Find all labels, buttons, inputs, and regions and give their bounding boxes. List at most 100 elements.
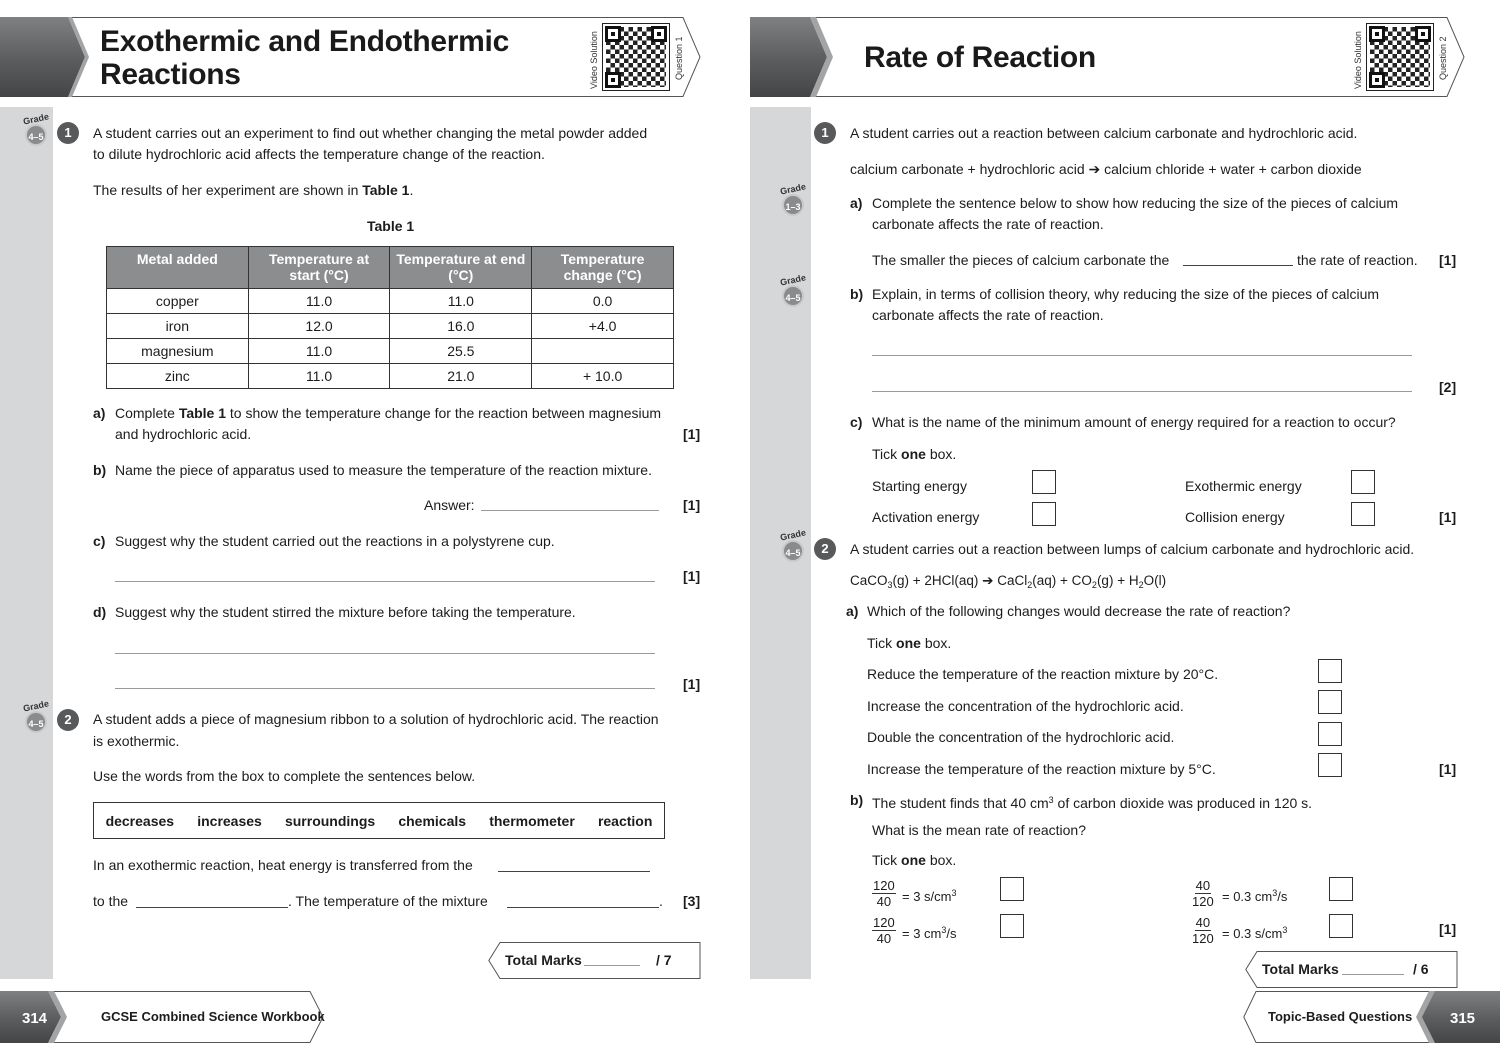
word-equation: calcium carbonate + hydrochloric acid ➔ … [850, 161, 1362, 177]
results-table-ref: Table 1 [362, 182, 410, 198]
eq-part: (g) + H [1096, 573, 1139, 588]
fill-blank[interactable] [507, 907, 659, 908]
word-option: reaction [597, 812, 653, 829]
total-marks-line[interactable] [1342, 974, 1404, 975]
part-b-mark: [1] [1439, 921, 1457, 937]
numerator: 120 [872, 878, 896, 894]
part-a-mark: [1] [683, 426, 701, 442]
grade-badge: Grade 1–3 [778, 181, 808, 218]
table-cell: 11.0 [247, 288, 391, 314]
fraction: 40 120 [1192, 915, 1214, 946]
option-label: Increase the concentration of the hydroc… [867, 698, 1184, 714]
chemical-equation: CaCO3(g) + 2HCl(aq) ➔ CaCl2(aq) + CO2(g)… [850, 570, 1166, 596]
part-b-text: The student finds that 40 cm3 of carbon … [872, 790, 1312, 814]
result-tail: /s [946, 926, 957, 941]
fill-blank[interactable] [136, 907, 288, 908]
table-cell: iron [106, 313, 249, 339]
eq-part: CaCO [850, 573, 888, 588]
grade-range: 1–3 [782, 194, 804, 216]
grade-badge: Grade 4–5 [778, 527, 808, 564]
part-a-text-post: to show the temperature change for the r… [226, 405, 662, 421]
tick-box-reduce-temperature[interactable] [1318, 659, 1342, 683]
word-option: increases [197, 812, 262, 829]
part-a-label: a) [850, 195, 863, 211]
table-cell: +4.0 [531, 313, 674, 339]
q2-instruction: Use the words from the box to complete t… [93, 768, 476, 784]
part-a-text: Complete Table 1 to show the temperature… [115, 403, 661, 424]
part-b-label: b) [93, 462, 107, 478]
total-marks-line[interactable] [584, 965, 640, 966]
q2-sentence-1: In an exothermic reaction, heat energy i… [93, 857, 473, 873]
qr-code[interactable] [602, 23, 670, 91]
tick-box-activation-energy[interactable] [1032, 502, 1056, 526]
part-a-line-1: Complete the sentence below to show how … [872, 195, 1399, 211]
table-cell: 0.0 [531, 288, 674, 314]
answer-line[interactable] [115, 653, 655, 654]
fill-blank[interactable] [1183, 265, 1293, 266]
table-cell: 11.0 [247, 363, 391, 389]
table-row: magnesium 11.0 25.5 [106, 338, 674, 364]
answer-line[interactable] [115, 581, 655, 582]
option-label: Collision energy [1185, 509, 1285, 525]
part-b-text-pre: The student finds that 40 cm [872, 795, 1049, 811]
tick-box-option-3[interactable] [1000, 914, 1024, 938]
answer-line[interactable] [872, 355, 1412, 356]
part-a-text-pre: Complete [115, 405, 179, 421]
fill-blank[interactable] [498, 871, 650, 872]
part-b-line-2: carbonate affects the rate of reaction. [872, 307, 1104, 323]
table-cell-answer[interactable] [531, 338, 674, 364]
left-header-banner: Exothermic and Endothermic Reactions Vid… [0, 17, 702, 97]
tick-box-option-1[interactable] [1000, 877, 1024, 901]
table-caption: Table 1 [367, 218, 415, 234]
part-b-text-post: of carbon dioxide was produced in 120 s. [1053, 795, 1313, 811]
q1-intro-line-2: to dilute hydrochloric acid affects the … [93, 146, 545, 162]
option-label: Activation energy [872, 509, 980, 525]
grade-range: 4–5 [25, 124, 47, 146]
part-a-label: a) [93, 405, 106, 421]
answer-line[interactable] [115, 688, 655, 689]
tick-text-post: box. [925, 852, 957, 868]
tick-box-option-2[interactable] [1329, 877, 1353, 901]
part-b-line-1: Explain, in terms of collision theory, w… [872, 286, 1380, 302]
numerator: 40 [1194, 915, 1212, 931]
part-a-table-ref: Table 1 [178, 405, 227, 421]
denominator: 120 [1192, 931, 1214, 946]
part-c-text: Suggest why the student carried out the … [115, 533, 555, 549]
grade-badge: Grade 4–5 [21, 111, 51, 148]
option-result: = 3 s/cm3 [902, 883, 957, 907]
part-a-line-2: and hydrochloric acid. [115, 426, 252, 442]
answer-line[interactable] [481, 510, 659, 511]
tick-box-option-4[interactable] [1329, 914, 1353, 938]
question-label: Question 2 [1438, 36, 1448, 80]
tick-box-collision-energy[interactable] [1351, 502, 1375, 526]
page-number: 315 [1450, 1010, 1476, 1027]
result-text: = 3 s/cm [902, 889, 952, 904]
part-d-label: d) [93, 604, 107, 620]
table-row: zinc 11.0 21.0 + 10.0 [106, 363, 674, 389]
part-c-label: c) [850, 414, 863, 430]
tick-box-increase-temperature[interactable] [1318, 753, 1342, 777]
tick-box-double-concentration[interactable] [1318, 722, 1342, 746]
part-a-label: a) [846, 603, 859, 619]
question-number-2: 2 [57, 709, 79, 731]
answer-line[interactable] [872, 391, 1412, 392]
qr-code[interactable] [1366, 23, 1434, 91]
tick-box-starting-energy[interactable] [1032, 470, 1056, 494]
grade-badge: Grade 4–5 [21, 698, 51, 735]
q2-mark: [3] [683, 893, 701, 909]
table-header-row: Metal added Temperature at start (°C) Te… [106, 246, 674, 289]
answer-label: Answer: [424, 497, 475, 513]
part-b-text: Name the piece of apparatus used to meas… [115, 462, 652, 478]
q2-sentence-2c: . [659, 893, 663, 909]
part-a-mark: [1] [1439, 252, 1457, 268]
part-b-label: b) [850, 286, 864, 302]
right-header-banner: Rate of Reaction Video Solution Question… [750, 17, 1466, 97]
q2-intro-line-1: A student adds a piece of magnesium ribb… [93, 711, 659, 727]
part-c-mark: [1] [1439, 509, 1457, 525]
table-header: Temperature at start (°C) [247, 246, 391, 289]
tick-box-exothermic-energy[interactable] [1351, 470, 1375, 494]
part-d-mark: [1] [683, 676, 701, 692]
tick-box-increase-concentration[interactable] [1318, 690, 1342, 714]
question-number-1: 1 [57, 122, 79, 144]
question-number-2: 2 [814, 538, 836, 560]
